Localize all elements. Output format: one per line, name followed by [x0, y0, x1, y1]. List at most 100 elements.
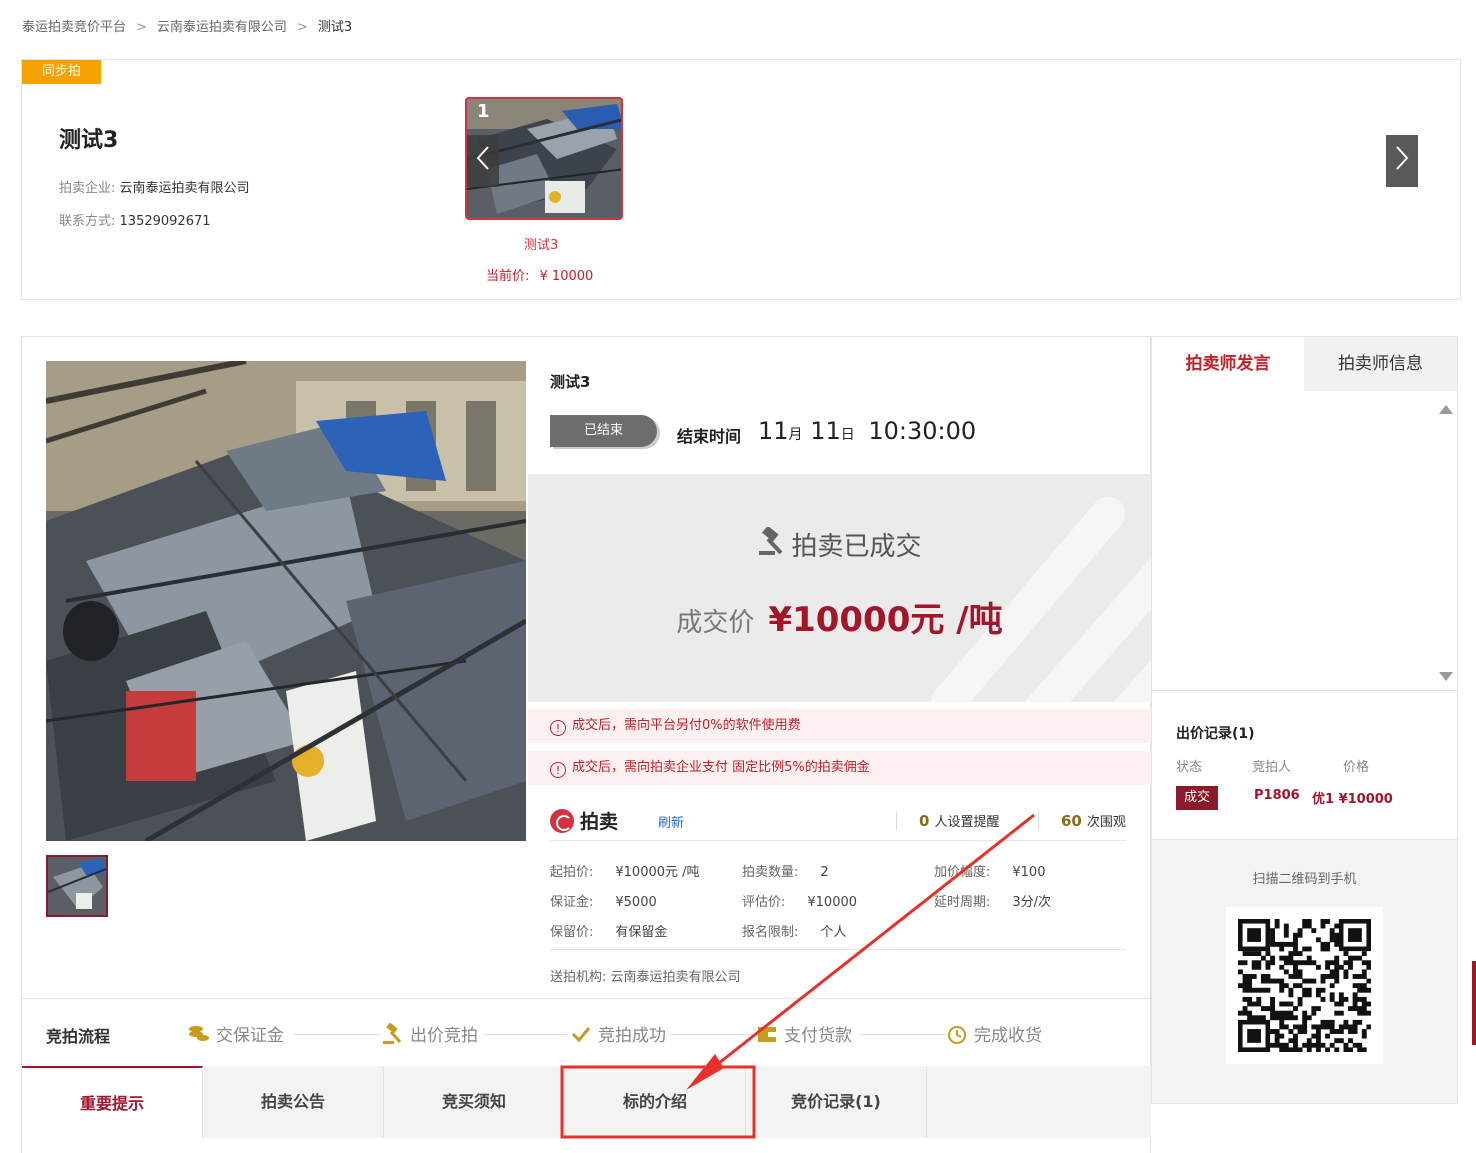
param-delay: 延时周期: 3分/次 — [934, 891, 1051, 910]
param-valuation: 评估价: ¥10000 — [742, 891, 857, 910]
refresh-link[interactable]: 刷新 — [658, 812, 684, 831]
deal-price: 成交价 ¥10000元 /吨 — [528, 592, 1151, 641]
param-label: 加价幅度: — [934, 865, 991, 880]
param-label: 保留价: — [550, 925, 594, 940]
deal-price-label: 成交价 — [676, 608, 755, 638]
lot-header-panel: 同步拍 测试3 拍卖企业: 云南泰运拍卖有限公司 联系方式: 135290926… — [21, 59, 1461, 300]
breadcrumb-company-link[interactable]: 云南泰运拍卖有限公司 — [157, 16, 287, 35]
lot-company: 拍卖企业: 云南泰运拍卖有限公司 — [59, 177, 250, 196]
scrap-metal-small-thumbnail — [48, 857, 106, 915]
bid-price: 优1 ¥10000 — [1312, 792, 1393, 807]
month-unit: 月 — [788, 427, 803, 443]
end-time-value: 11月 11日 10:30:00 — [758, 417, 976, 445]
param-start-price: 起拍价: ¥10000元 /吨 — [550, 861, 700, 880]
flow-connector — [484, 1034, 568, 1035]
bid-status-badge: 成交 — [1176, 786, 1218, 810]
scrap-metal-photo — [46, 361, 526, 841]
param-value: ¥100 — [1012, 865, 1046, 880]
auctioneer-tabs: 拍卖师发言 拍卖师信息 — [1152, 337, 1457, 391]
flow-step-label: 竞拍成功 — [598, 1026, 666, 1046]
lot-contact: 联系方式: 13529092671 — [59, 210, 211, 229]
flow-step-label: 支付货款 — [784, 1026, 852, 1046]
param-reserve: 保留价: 有保留金 — [550, 921, 667, 940]
end-clock: 10:30:00 — [868, 417, 977, 445]
image-thumbnail-selected[interactable] — [46, 855, 108, 917]
side-scroll-indicator — [1472, 961, 1476, 1045]
company-label: 拍卖企业: — [59, 181, 116, 196]
carousel-next-button[interactable] — [1386, 135, 1418, 187]
param-value: 2 — [820, 865, 829, 880]
bid-bidder: P1806 — [1254, 788, 1300, 803]
tab-bid-records[interactable]: 竞价记录(1) — [746, 1066, 927, 1138]
param-value: ¥10000元 /吨 — [615, 865, 700, 880]
tab-important-notice[interactable]: 重要提示 — [22, 1066, 203, 1138]
gavel-icon — [757, 525, 787, 564]
auction-title: 测试3 — [550, 373, 591, 391]
breadcrumb-current: 测试3 — [317, 20, 353, 35]
auction-detail-panel: 测试3 已结束 结束时间 11月 11日 10:30:00 拍卖已成交 成交价 ¥… — [21, 336, 1151, 1153]
param-label: 评估价: — [742, 895, 786, 910]
param-label: 起拍价: — [550, 865, 594, 880]
lot-thumbnail-card[interactable]: 1 — [465, 97, 623, 220]
flow-step-deposit: 交保证金 — [188, 1021, 284, 1046]
deal-status: 拍卖已成交 — [528, 525, 1151, 564]
bid-header-price: 价格 — [1343, 760, 1370, 775]
scroll-down-icon[interactable] — [1439, 672, 1453, 681]
deal-status-text: 拍卖已成交 — [791, 532, 922, 562]
flow-step-payment: 支付货款 — [756, 1021, 852, 1046]
contact-value: 13529092671 — [119, 214, 211, 229]
bid-header-bidder: 竞拍人 — [1252, 760, 1292, 775]
main-lot-image[interactable] — [46, 361, 526, 841]
wallet-icon — [756, 1023, 778, 1045]
thumbnail-price: 当前价: ¥ 10000 — [486, 265, 593, 284]
tab-bidding-rules[interactable]: 竞买须知 — [384, 1066, 565, 1138]
end-time-label: 结束时间 — [677, 427, 742, 446]
flow-step-label: 出价竞拍 — [410, 1026, 478, 1046]
param-deposit: 保证金: ¥5000 — [550, 891, 657, 910]
status-badge: 已结束 — [550, 415, 657, 447]
software-fee-notice: ! 成交后，需向平台另付0%的软件使用费 — [528, 709, 1151, 743]
reminder-number: 0 — [919, 812, 930, 830]
carousel-prev-button[interactable] — [467, 135, 499, 187]
bid-records-title: 出价记录(1) — [1176, 726, 1255, 742]
flow-connector — [294, 1034, 380, 1035]
scroll-up-icon[interactable] — [1439, 405, 1453, 414]
view-number: 60 — [1061, 812, 1082, 830]
coins-icon — [188, 1023, 210, 1045]
deal-result-area: 拍卖已成交 成交价 ¥10000元 /吨 — [528, 474, 1151, 702]
day-unit: 日 — [840, 427, 855, 443]
param-value: ¥5000 — [615, 895, 657, 910]
flow-step-label: 完成收货 — [974, 1026, 1042, 1046]
tab-auction-announcement[interactable]: 拍卖公告 — [203, 1066, 384, 1138]
auction-stats-row: 拍卖 刷新 0 人设置提醒 60 次围观 — [550, 807, 1126, 841]
checkmark-icon — [570, 1023, 592, 1045]
flow-step-bid: 出价竞拍 — [382, 1021, 478, 1046]
tab-auctioneer-messages[interactable]: 拍卖师发言 — [1152, 337, 1304, 391]
gavel-icon — [382, 1022, 404, 1045]
qr-code-caption: 扫描二维码到手机 — [1252, 872, 1357, 887]
breadcrumb-home-link[interactable]: 泰运拍卖竞价平台 — [22, 16, 126, 35]
bid-header-status: 状态 — [1176, 760, 1203, 775]
param-label: 延时周期: — [934, 895, 991, 910]
flow-connector — [670, 1034, 754, 1035]
qr-code-icon — [1226, 907, 1383, 1064]
param-value: 3分/次 — [1012, 895, 1052, 910]
view-count: 60 次围观 — [1038, 811, 1126, 830]
flow-step-success: 竞拍成功 — [570, 1021, 666, 1046]
auction-logo: 拍卖 — [550, 807, 618, 834]
tab-auctioneer-info[interactable]: 拍卖师信息 — [1304, 337, 1457, 391]
scrollbar[interactable] — [1439, 405, 1453, 681]
sync-auction-tag: 同步拍 — [22, 60, 101, 84]
company-value: 云南泰运拍卖有限公司 — [119, 181, 250, 196]
tab-lot-introduction[interactable]: 标的介绍 — [565, 1066, 746, 1138]
param-label: 保证金: — [550, 895, 594, 910]
auctioneer-message-area[interactable] — [1152, 391, 1457, 691]
auction-logo-icon — [550, 808, 574, 833]
end-day: 11 — [810, 417, 841, 445]
thumbnail-price-value: ¥ 10000 — [539, 269, 594, 284]
thumbnail-price-label: 当前价: — [486, 269, 530, 284]
param-increment: 加价幅度: ¥100 — [934, 861, 1045, 880]
chevron-right-icon — [1395, 145, 1409, 178]
thumbnail-title[interactable]: 测试3 — [524, 234, 558, 253]
reminder-text: 人设置提醒 — [934, 815, 1000, 830]
